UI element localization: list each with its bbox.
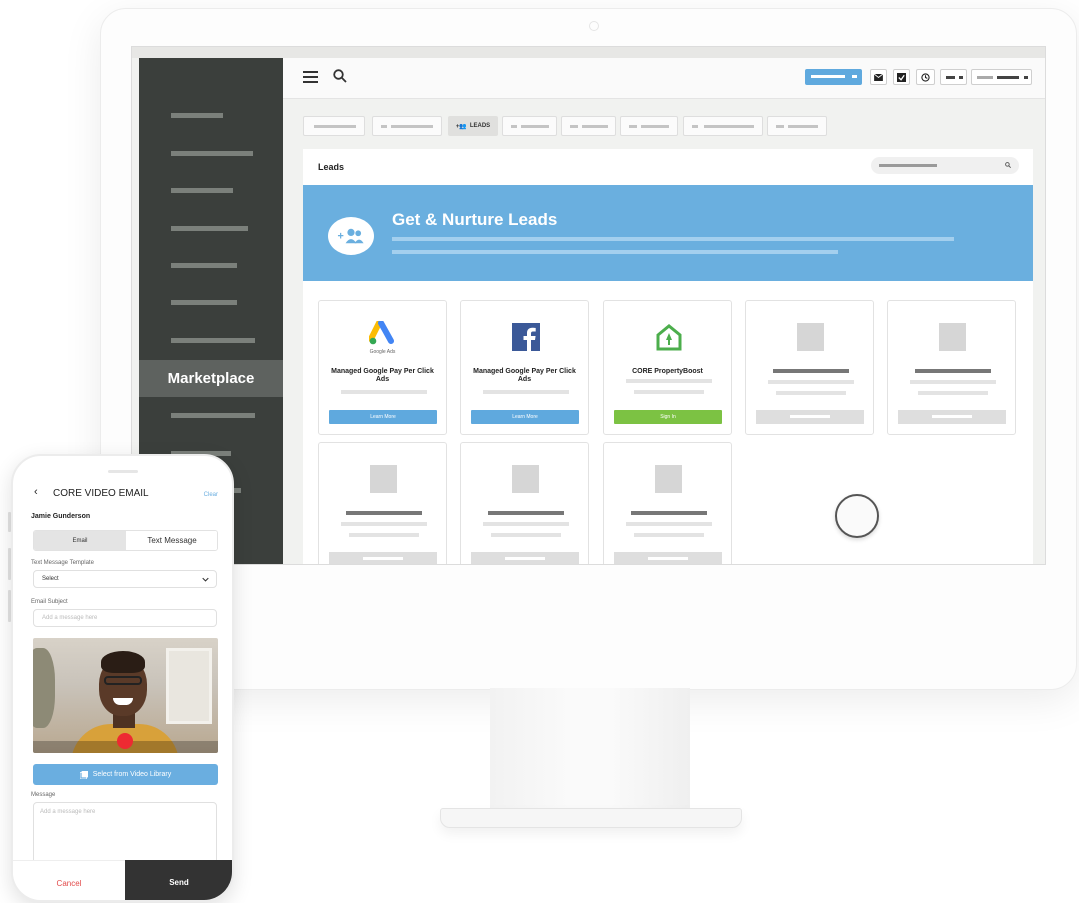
panel-title: Leads [318, 162, 345, 172]
card-description [483, 390, 569, 394]
template-select-value: Select [42, 576, 59, 582]
search-icon[interactable] [333, 69, 347, 83]
browser-bar [132, 47, 1045, 58]
placeholder-button[interactable] [329, 552, 437, 564]
monitor-stand [490, 688, 690, 810]
placeholder-button[interactable] [471, 552, 579, 564]
phone-title: CORE VIDEO EMAIL [53, 488, 149, 499]
add-user-icon: +👥 [455, 123, 467, 130]
add-users-icon: + [328, 217, 374, 255]
sign-in-button[interactable]: Sign In [614, 410, 722, 424]
card-placeholder [318, 442, 447, 564]
sidebar-item[interactable] [171, 151, 253, 156]
camera-dot [589, 21, 599, 31]
template-select[interactable]: Select [33, 570, 217, 588]
desktop-screen: Marketplace +👥 LEADS Leads + Get & Nurtu… [131, 46, 1046, 565]
clear-button[interactable]: Clear [204, 492, 218, 498]
card-facebook: Managed Google Pay Per Click Ads Learn M… [460, 300, 589, 435]
banner-subtitle-line [392, 250, 838, 254]
contact-name: Jamie Gunderson [31, 513, 91, 520]
tab-text-message[interactable]: Text Message [126, 531, 217, 550]
placeholder-button[interactable] [756, 410, 864, 424]
placeholder-button[interactable] [898, 410, 1006, 424]
message-textarea[interactable]: Add a message here [33, 802, 217, 867]
send-button[interactable]: Send [125, 860, 232, 900]
video-preview[interactable] [33, 638, 218, 753]
sidebar-item[interactable] [171, 113, 223, 118]
top-header [283, 58, 1045, 99]
card-placeholder [603, 442, 732, 564]
card-placeholder [745, 300, 874, 435]
email-subject-field[interactable]: Add a message here [33, 609, 217, 627]
video-library-label: Select from Video Library [92, 771, 172, 778]
card-placeholder [887, 300, 1016, 435]
user-menu-dropdown[interactable] [971, 69, 1032, 85]
channel-toggle: Email Text Message [33, 530, 218, 551]
phone-speaker [108, 470, 138, 473]
tab-leads[interactable]: +👥 LEADS [448, 116, 498, 136]
card-core-propertyboost: CORE PropertyBoost Sign In [603, 300, 732, 435]
monitor-base [440, 808, 742, 828]
card-google-ads: Google Ads Managed Google Pay Per Click … [318, 300, 447, 435]
leads-banner: + Get & Nurture Leads [303, 185, 1033, 281]
cancel-button[interactable]: Cancel [13, 860, 125, 900]
chevron-down-icon [202, 577, 209, 582]
card-placeholder [460, 442, 589, 564]
tab-leads-label: LEADS [469, 123, 491, 129]
tab-tools[interactable] [683, 116, 763, 136]
sidebar-item[interactable] [171, 226, 248, 231]
account-dropdown[interactable] [805, 69, 862, 85]
card-description [634, 390, 704, 394]
sidebar-item[interactable] [171, 263, 237, 268]
card-title: Managed Google Pay Per Click Ads [331, 368, 434, 383]
search-icon [1005, 162, 1011, 168]
phone-frame: ‹ CORE VIDEO EMAIL Clear Jamie Gunderson… [11, 454, 234, 902]
facebook-logo-icon [512, 323, 540, 351]
tab-team[interactable] [767, 116, 827, 136]
mail-icon[interactable] [870, 69, 887, 85]
google-ads-caption: Google Ads [369, 349, 396, 355]
tab-5[interactable] [620, 116, 678, 136]
message-label: Message [31, 792, 56, 798]
hamburger-menu-icon[interactable] [303, 71, 318, 83]
sidebar-item[interactable] [171, 413, 255, 418]
language-dropdown[interactable] [940, 69, 967, 85]
video-library-icon [79, 770, 88, 779]
card-description [626, 379, 712, 383]
learn-more-button[interactable]: Learn More [329, 410, 437, 424]
banner-title: Get & Nurture Leads [392, 210, 558, 229]
subject-label: Email Subject [31, 599, 68, 605]
core-propertyboost-logo-icon [656, 324, 682, 351]
banner-subtitle-line [392, 237, 954, 241]
loading-spinner [835, 494, 879, 538]
template-label: Text Message Template [31, 560, 94, 566]
leads-panel: Leads + Get & Nurture Leads Google Ads M… [303, 149, 1033, 564]
card-title: CORE PropertyBoost [632, 368, 703, 375]
tab-1[interactable] [303, 116, 365, 136]
sidebar-item-marketplace[interactable]: Marketplace [139, 360, 283, 397]
sidebar-item[interactable] [171, 300, 237, 305]
tab-2[interactable] [372, 116, 442, 136]
panel-search-input[interactable] [871, 157, 1019, 174]
email-subject-placeholder: Add a message here [42, 615, 98, 621]
google-ads-logo-icon [369, 321, 394, 345]
history-icon[interactable] [916, 69, 935, 85]
task-check-icon[interactable] [893, 69, 910, 85]
sidebar-item[interactable] [171, 188, 233, 193]
record-button[interactable] [117, 733, 133, 749]
learn-more-button[interactable]: Learn More [471, 410, 579, 424]
back-chevron-icon[interactable]: ‹ [34, 486, 38, 498]
tab-home[interactable] [502, 116, 557, 136]
message-placeholder: Add a message here [40, 809, 96, 815]
card-title: Managed Google Pay Per Click Ads [473, 368, 576, 383]
card-description [341, 390, 427, 394]
sidebar-item[interactable] [171, 338, 255, 343]
placeholder-button[interactable] [614, 552, 722, 564]
tab-4[interactable] [561, 116, 616, 136]
tab-email[interactable]: Email [34, 531, 126, 550]
video-library-button[interactable]: Select from Video Library [33, 764, 218, 785]
svg-text:+: + [338, 231, 344, 243]
